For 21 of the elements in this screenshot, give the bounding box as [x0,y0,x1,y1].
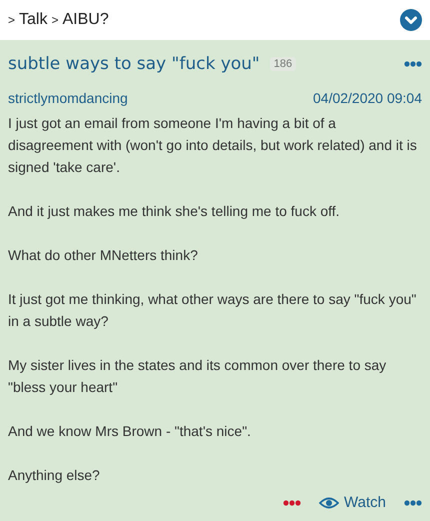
breadcrumb-link[interactable]: Talk [19,11,48,29]
more-icon[interactable] [404,61,422,67]
post-date: 04/02/2020 09:04 [313,90,422,106]
post-paragraph: I just got an email from someone I'm having a bit of a disagreement with (won't go into details, but work related) and it is signed 'take care'. [8,114,418,177]
more-icon[interactable] [404,500,422,506]
reply-count: 186 [270,57,296,71]
post-paragraph: What do other MNetters think? [8,246,199,265]
author-name[interactable]: strictlymomdancing [8,90,128,106]
report-icon[interactable] [283,500,302,506]
breadcrumb-link[interactable]: AIBU? [62,11,109,29]
thread-title: subtle ways to say "fuck you" [8,54,260,74]
post-paragraph: And it just makes me think she's telling me to fuck off. [8,202,341,221]
post-paragraph: It just got me thinking, what other ways are there to say "fuck you" in a subtle way? [8,290,418,331]
post-paragraph: Anything else? [8,466,101,485]
post-paragraph: My sister lives in the states and its common over there to say "bless your heart" [8,356,388,397]
eye-icon [319,496,340,508]
breadcrumb-separator: > [8,13,16,27]
watch-button[interactable]: Watch [319,494,386,511]
chevron-down-icon[interactable] [400,9,422,31]
post-paragraph: And we know Mrs Brown - "that's nice". [8,422,252,441]
breadcrumb-separator: > [51,13,58,27]
